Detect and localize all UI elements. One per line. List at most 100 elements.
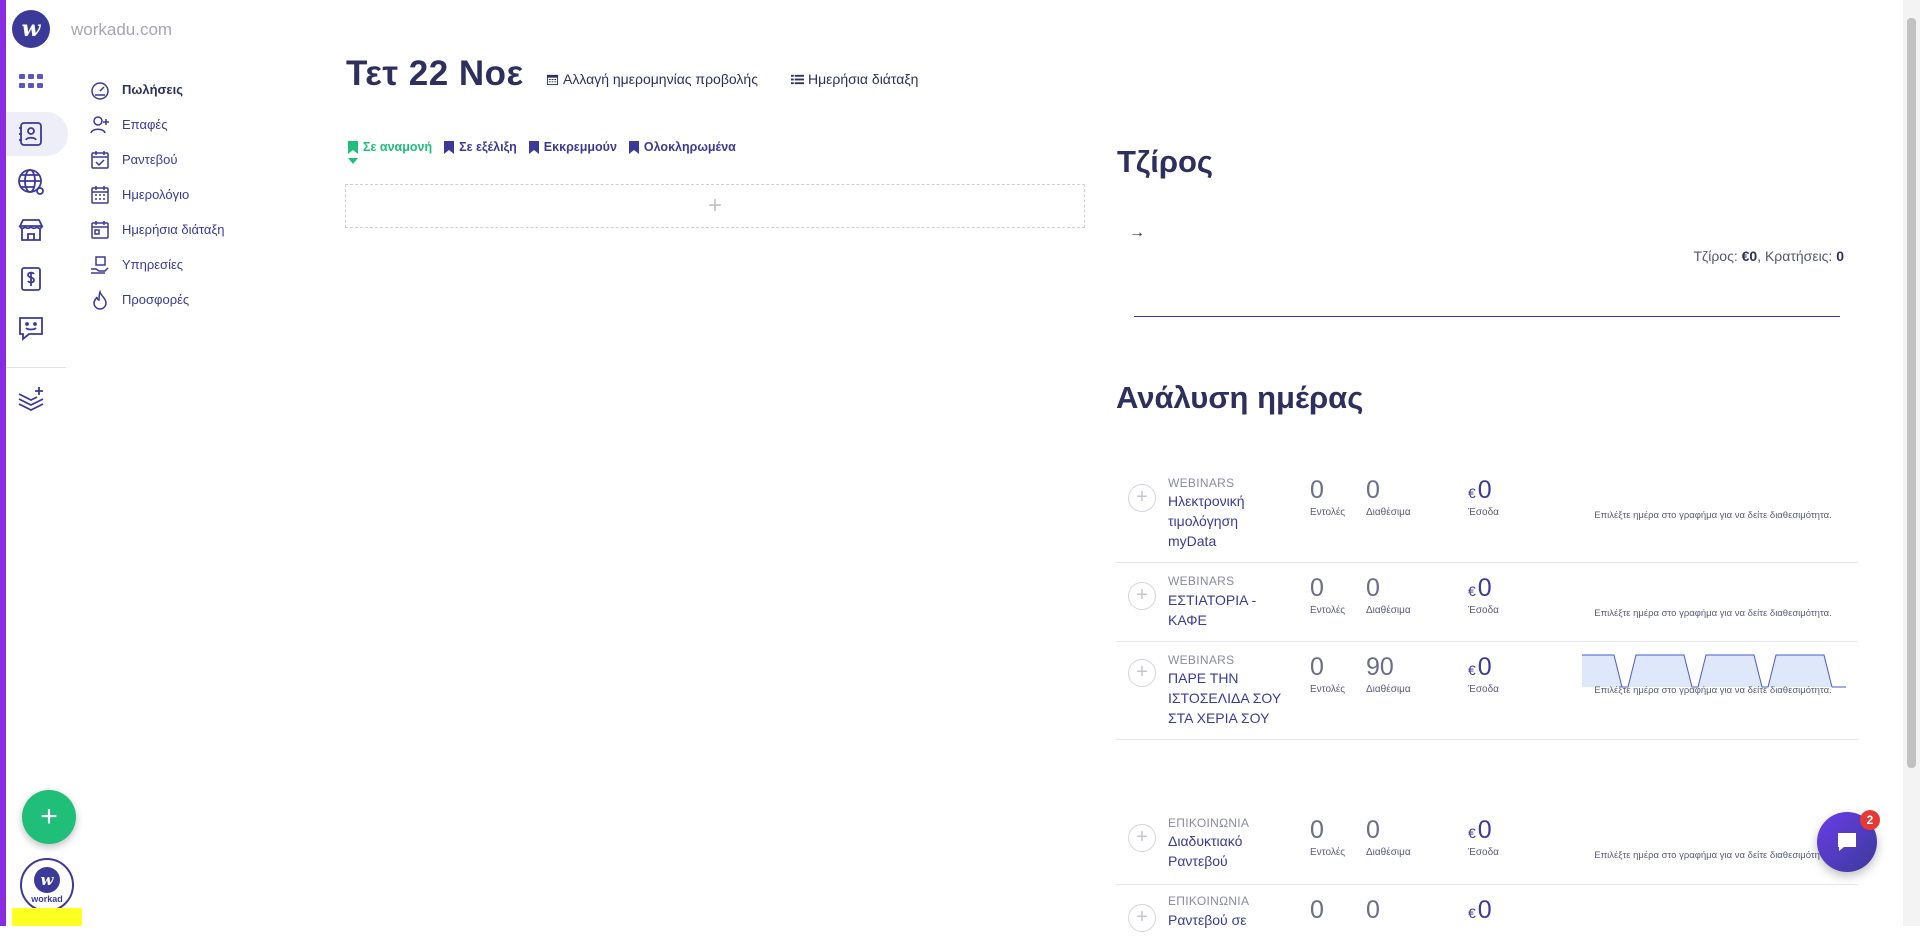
add-circle-icon[interactable]: + <box>1128 659 1156 687</box>
sidebar-item-appointments[interactable]: Ραντεβού <box>88 142 308 177</box>
chat-unread-badge: 2 <box>1860 810 1880 830</box>
income-stat: €0 Έσοδα <box>1468 653 1499 695</box>
add-circle-icon[interactable]: + <box>1128 904 1156 932</box>
add-item-dropzone[interactable]: + <box>345 184 1085 228</box>
add-new-button[interactable]: + <box>22 790 76 844</box>
list-item: + WEBINARS Ηλεκτρονική τιμολόγηση myData… <box>1116 470 1858 563</box>
scrollbar-thumb[interactable] <box>1907 18 1916 768</box>
availability-hint: Επιλέξτε ημέρα στο γραφήμα για να δείτε … <box>1594 510 1832 521</box>
sidebar-item-label: Επαφές <box>122 117 168 132</box>
contacts-book-icon[interactable] <box>15 118 47 150</box>
highlight-marker <box>12 908 82 926</box>
tab-label: Ολοκληρωμένα <box>643 140 736 154</box>
income-stat: €0 Έσοδα <box>1468 816 1499 858</box>
app-logo[interactable]: w <box>12 10 50 48</box>
bookmark-icon <box>348 140 358 154</box>
list-item: + ΕΠΙΚΟΙΝΩΝΙΑ Διαδυκτιακό Ραντεβού 0 Εντο… <box>1116 804 1858 885</box>
service-category: WEBINARS <box>1168 574 1235 588</box>
avatar-logo-icon: w <box>34 866 60 893</box>
arrow-right-icon[interactable]: → <box>1129 224 1145 242</box>
add-circle-icon[interactable]: + <box>1128 582 1156 610</box>
speedometer-icon <box>88 80 112 100</box>
rail-divider <box>6 367 66 368</box>
active-tab-caret <box>348 158 358 164</box>
service-name[interactable]: ΠΑΡΕ ΤΗΝ ΙΣΤΟΣΕΛΙΔΑ ΣΟΥ ΣΤΑ ΧΕΡΙΑ ΣΟΥ <box>1168 668 1288 728</box>
sidebar-item-sales[interactable]: Πωλήσεις <box>88 72 308 107</box>
available-stat: 0 <box>1366 896 1380 924</box>
bookmark-icon <box>628 140 639 154</box>
sidebar-item-services[interactable]: Υπηρεσίες <box>88 247 308 282</box>
service-name[interactable]: Ραντεβού σε <box>1168 910 1288 930</box>
service-category: ΕΠΙΚΟΙΝΩΝΙΑ <box>1168 894 1250 908</box>
change-date-button[interactable]: Αλλαγή ημερομηνίας προβολής <box>546 71 758 87</box>
daily-agenda-button[interactable]: Ημερήσια διάταξη <box>791 71 918 87</box>
avatar-label: workad <box>31 893 63 904</box>
sidebar-item-offers[interactable]: Προσφορές <box>88 282 308 317</box>
invoice-dollar-icon[interactable] <box>15 263 47 295</box>
revenue-title: Τζίρος <box>1117 144 1214 179</box>
available-stat: 0 Διαθέσιμα <box>1366 476 1411 518</box>
income-stat: €0 <box>1468 896 1492 924</box>
tab-pending-action[interactable]: Εκκρεμμούν <box>528 140 617 154</box>
service-category: ΕΠΙΚΟΙΝΩΝΙΑ <box>1168 816 1250 830</box>
service-category: WEBINARS <box>1168 476 1235 490</box>
sidebar-nav: Πωλήσεις Επαφές Ραντεβού Ημερολόγιο Ημερ… <box>88 72 308 317</box>
site-name: workadu.com <box>71 20 173 39</box>
chat-smile-icon[interactable] <box>15 312 47 344</box>
service-name[interactable]: Ηλεκτρονική τιμολόγηση myData <box>1168 491 1288 551</box>
sidebar-item-contacts[interactable]: Επαφές <box>88 107 308 142</box>
service-hand-icon <box>88 255 112 275</box>
service-name[interactable]: ΕΣΤΙΑΤΟΡΙΑ - ΚΑΦΕ <box>1168 590 1288 630</box>
list-item: + WEBINARS ΠΑΡΕ ΤΗΝ ΙΣΤΟΣΕΛΙΔΑ ΣΟΥ ΣΤΑ Χ… <box>1116 641 1858 740</box>
user-plus-icon <box>88 115 112 135</box>
availability-sparkline[interactable] <box>1566 653 1858 689</box>
sidebar-item-label: Πωλήσεις <box>122 82 183 97</box>
avatar[interactable]: w workad <box>20 858 74 912</box>
service-name[interactable]: Διαδυκτιακό Ραντεβού <box>1168 831 1288 871</box>
layers-add-icon[interactable] <box>15 382 47 414</box>
tab-label: Σε εξέλιξη <box>459 140 517 154</box>
tab-label: Εκκρεμμούν <box>543 140 617 154</box>
sidebar-item-label: Ημερολόγιο <box>122 187 190 202</box>
bookmark-icon <box>444 140 455 154</box>
available-stat: 0 Διαθέσιμα <box>1366 816 1411 858</box>
income-stat: €0 Έσοδα <box>1468 574 1499 616</box>
revenue-label: Τζίρος: <box>1693 248 1738 264</box>
page-scrollbar[interactable] <box>1903 0 1920 926</box>
sidebar-item-label: Προσφορές <box>122 292 190 307</box>
revenue-chart-line <box>1134 316 1840 317</box>
apps-grid-icon[interactable] <box>15 66 47 98</box>
page-title: Τετ 22 Νοε <box>346 54 524 93</box>
income-stat: €0 Έσοδα <box>1468 476 1499 518</box>
list-icon <box>791 74 804 84</box>
calendar-icon <box>546 74 559 85</box>
tab-pending[interactable]: Σε αναμονή <box>348 140 433 164</box>
bookings-value: 0 <box>1836 248 1844 264</box>
sidebar-item-label: Ημερήσια διάταξη <box>122 222 225 237</box>
list-item: + ΕΠΙΚΟΙΝΩΝΙΑ Ραντεβού σε 0 0 €0 <box>1116 884 1858 944</box>
globe-settings-icon[interactable] <box>15 166 47 198</box>
availability-hint: Επιλέξτε ημέρα στο γραφήμα για να δείτε … <box>1594 850 1832 861</box>
calendar-grid-icon <box>88 185 112 205</box>
chat-bubble-icon <box>1838 833 1856 851</box>
day-analysis-title: Ανάλυση ημέρας <box>1116 380 1364 415</box>
tab-label: Σε αναμονή <box>363 140 433 154</box>
availability-hint: Επιλέξτε ημέρα στο γραφήμα για να δείτε … <box>1594 608 1832 619</box>
sidebar-item-label: Υπηρεσίες <box>122 257 184 272</box>
list-item: + WEBINARS ΕΣΤΙΑΤΟΡΙΑ - ΚΑΦΕ 0 Εντολές 0Δ… <box>1116 562 1858 642</box>
tab-completed[interactable]: Ολοκληρωμένα <box>628 140 736 154</box>
tab-in-progress[interactable]: Σε εξέλιξη <box>444 140 517 154</box>
revenue-summary: Τζίρος: €0, Κρατήσεις: 0 <box>1693 248 1844 264</box>
flame-icon <box>88 289 112 310</box>
service-category: WEBINARS <box>1168 653 1235 667</box>
available-stat: 90 Διαθέσιμα <box>1366 653 1411 695</box>
add-circle-icon[interactable]: + <box>1128 824 1156 852</box>
change-date-label: Αλλαγή ημερομηνίας προβολής <box>563 71 758 87</box>
sidebar-item-daily-agenda[interactable]: Ημερήσια διάταξη <box>88 212 308 247</box>
daily-agenda-label: Ημερήσια διάταξη <box>808 71 919 87</box>
sidebar-item-calendar[interactable]: Ημερολόγιο <box>88 177 308 212</box>
store-icon[interactable] <box>15 214 47 246</box>
revenue-value: €0 <box>1741 248 1758 264</box>
add-circle-icon[interactable]: + <box>1128 484 1156 512</box>
status-tabs: Σε αναμονή Σε εξέλιξη Εκκρεμμούν Ολοκληρ… <box>348 140 748 164</box>
